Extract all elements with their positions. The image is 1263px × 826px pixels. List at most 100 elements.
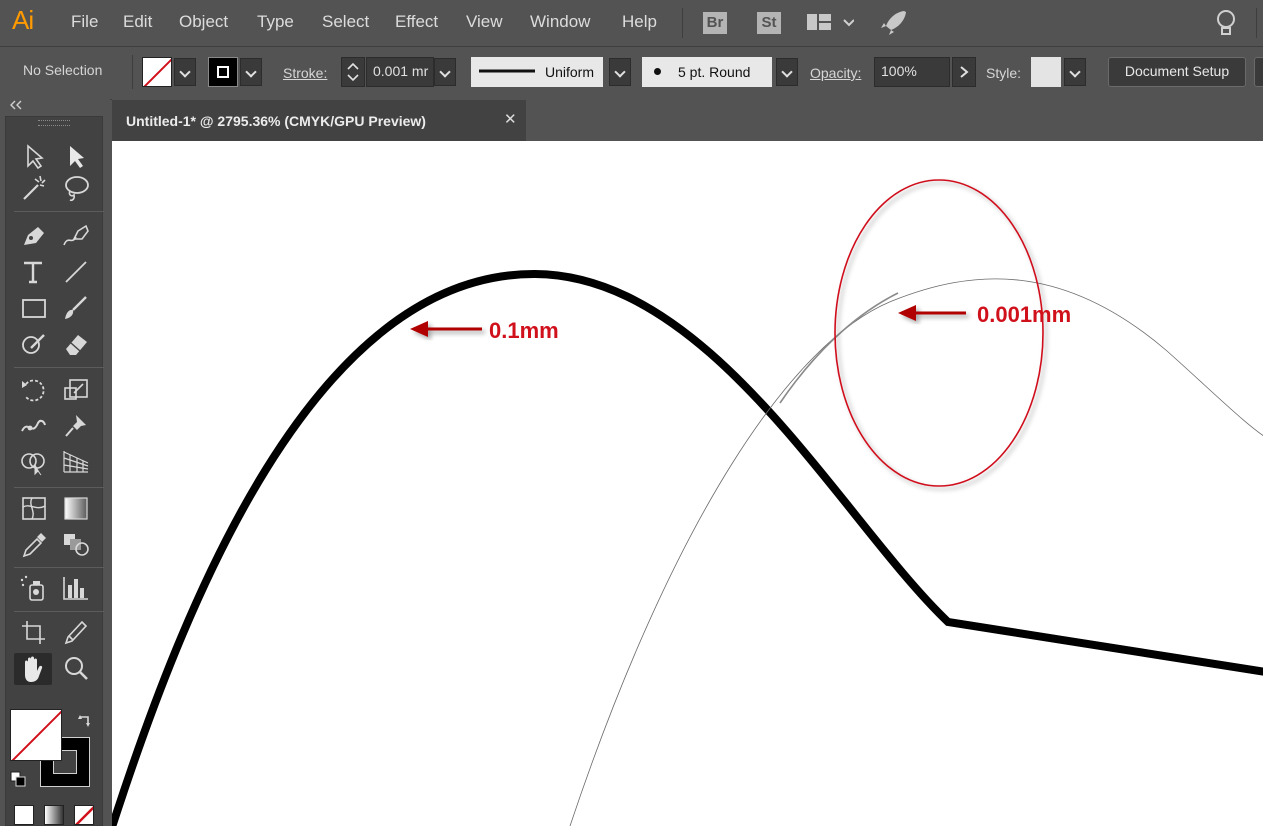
shape-builder-icon <box>21 453 45 476</box>
panel-grip[interactable] <box>38 120 70 126</box>
document-tab-bar: Untitled-1* @ 2795.36% (CMYK/GPU Preview… <box>112 98 1263 141</box>
thick-stroke-label: 0.1mm <box>489 318 559 343</box>
brush-dropdown[interactable] <box>776 58 798 86</box>
no-fill-icon <box>11 710 61 760</box>
menu-effect[interactable]: Effect <box>395 12 438 32</box>
color-mode-button[interactable] <box>14 805 34 825</box>
eraser-icon <box>66 335 87 355</box>
zoom-tool[interactable] <box>60 653 92 683</box>
menu-file[interactable]: File <box>71 12 98 32</box>
arrange-documents-button[interactable] <box>806 12 855 34</box>
perspective-grid-tool[interactable] <box>60 447 92 477</box>
stepper-arrows-icon <box>347 62 359 82</box>
tools-column <box>5 116 104 826</box>
line-segment-icon <box>65 261 87 283</box>
rectangle-tool[interactable] <box>18 293 50 323</box>
discover-button[interactable] <box>1213 8 1239 38</box>
slice-tool[interactable] <box>60 617 92 647</box>
pen-tool[interactable] <box>18 221 50 251</box>
fill-swatch[interactable] <box>142 57 172 87</box>
lasso-icon <box>65 176 89 202</box>
menu-bar: Ai File Edit Object Type Select Effect V… <box>0 0 1263 46</box>
stroke-label[interactable]: Stroke: <box>283 65 327 81</box>
artwork <box>112 179 1263 826</box>
gradient-mode-button[interactable] <box>44 805 64 825</box>
stroke-weight-input[interactable]: 0.001 mr <box>366 57 434 87</box>
uniform-line-icon <box>479 69 535 73</box>
shape-builder-tool[interactable] <box>18 447 50 477</box>
eraser-tool[interactable] <box>60 329 92 359</box>
preferences-button[interactable] <box>1254 57 1263 87</box>
arrange-documents-icon <box>807 14 855 30</box>
default-fill-stroke-icon[interactable] <box>10 771 28 789</box>
none-mode-button[interactable] <box>74 805 94 825</box>
opacity-label[interactable]: Opacity: <box>810 65 861 81</box>
swap-fill-stroke-icon[interactable] <box>76 713 94 731</box>
menu-edit[interactable]: Edit <box>123 12 152 32</box>
menu-select[interactable]: Select <box>322 12 369 32</box>
blend-tool[interactable] <box>60 529 92 559</box>
gradient-tool[interactable] <box>60 493 92 523</box>
rotate-icon <box>22 379 45 402</box>
bridge-button[interactable]: Br <box>703 12 727 34</box>
perspective-grid-icon <box>63 451 89 473</box>
width-tool[interactable] <box>18 411 50 441</box>
fill-proxy-swatch[interactable] <box>10 709 62 761</box>
lasso-tool[interactable] <box>60 173 92 203</box>
opacity-expand-button[interactable] <box>952 57 976 87</box>
stroke-weight-dropdown[interactable] <box>434 58 456 86</box>
paintbrush-tool[interactable] <box>60 293 92 323</box>
selection-status: No Selection <box>23 62 103 78</box>
stock-button[interactable]: St <box>757 12 781 34</box>
menu-type[interactable]: Type <box>257 12 294 32</box>
thick-stroke-path[interactable] <box>112 269 1263 826</box>
eyedropper-tool[interactable] <box>18 529 50 559</box>
close-icon[interactable]: ✕ <box>504 110 517 128</box>
chevron-right-icon <box>960 66 969 78</box>
curvature-tool[interactable] <box>60 221 92 251</box>
feature-button[interactable] <box>878 8 910 38</box>
tools-divider <box>14 367 104 368</box>
opacity-input[interactable]: 100% <box>874 57 950 87</box>
column-graph-tool[interactable] <box>60 573 92 603</box>
stroke-weight-stepper[interactable] <box>341 57 365 87</box>
document-setup-button[interactable]: Document Setup <box>1108 57 1246 87</box>
pushpin-icon <box>65 415 86 437</box>
graphic-style-dropdown[interactable] <box>1064 58 1086 86</box>
lightbulb-icon <box>1217 10 1235 35</box>
artboard-canvas[interactable]: 0.1mm 0.001mm <box>112 141 1263 826</box>
menu-help[interactable]: Help <box>622 12 657 32</box>
symbol-sprayer-tool[interactable] <box>18 573 50 603</box>
profile-dropdown[interactable] <box>609 58 631 86</box>
graphic-style-swatch[interactable] <box>1031 57 1061 87</box>
menu-window[interactable]: Window <box>530 12 590 32</box>
tools-divider <box>14 211 104 212</box>
tools-divider <box>14 487 104 488</box>
line-segment-tool[interactable] <box>60 257 92 287</box>
selection-tool[interactable] <box>18 141 50 171</box>
variable-width-profile[interactable]: Uniform <box>471 57 603 87</box>
shaper-tool[interactable] <box>18 329 50 359</box>
menu-divider <box>682 8 683 38</box>
collapse-panel-icon[interactable] <box>8 99 28 111</box>
menu-view[interactable]: View <box>466 12 503 32</box>
scale-tool[interactable] <box>60 375 92 405</box>
hand-tool[interactable] <box>14 653 52 685</box>
document-tab[interactable]: Untitled-1* @ 2795.36% (CMYK/GPU Preview… <box>112 100 526 141</box>
thin-stroke-path[interactable] <box>569 278 1263 826</box>
type-t-icon <box>24 261 42 284</box>
highlight-ellipse <box>834 179 1044 487</box>
direct-selection-tool[interactable] <box>60 141 92 171</box>
rotate-tool[interactable] <box>18 375 50 405</box>
symbol-sprayer-icon <box>20 575 44 601</box>
menu-object[interactable]: Object <box>179 12 228 32</box>
mesh-tool[interactable] <box>18 493 50 523</box>
artboard-tool[interactable] <box>18 617 50 647</box>
stroke-swatch[interactable] <box>208 57 238 87</box>
type-tool[interactable] <box>18 257 50 287</box>
fill-dropdown[interactable] <box>174 58 196 86</box>
brush-definition[interactable]: 5 pt. Round <box>642 57 772 87</box>
stroke-color-dropdown[interactable] <box>240 58 262 86</box>
puppet-warp-tool[interactable] <box>60 411 92 441</box>
magic-wand-tool[interactable] <box>18 173 50 203</box>
